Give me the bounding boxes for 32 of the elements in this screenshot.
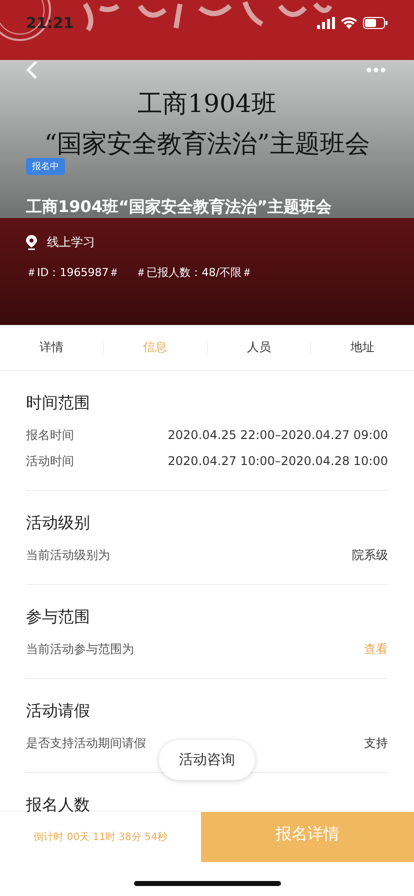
section-title: 报名人数 bbox=[26, 795, 91, 816]
wifi-icon bbox=[341, 17, 357, 29]
row-label: 当前活动级别为 bbox=[26, 547, 110, 564]
hashtag: ＃已报人数：48/不限＃ bbox=[136, 265, 252, 280]
row-label: 活动时间 bbox=[26, 453, 74, 470]
location-pin-icon bbox=[26, 235, 37, 250]
row-label: 当前活动参与范围为 bbox=[26, 641, 134, 658]
section-title: 活动级别 bbox=[26, 513, 91, 534]
countdown-text: 倒计时 00天 11时 38分 54秒 bbox=[32, 830, 168, 845]
cover-title: 工商1904班 bbox=[138, 88, 276, 120]
row-label: 报名时间 bbox=[26, 427, 74, 444]
back-icon[interactable] bbox=[26, 60, 38, 80]
row-value: 2020.04.27 10:00–2020.04.28 10:00 bbox=[168, 453, 388, 470]
signal-icon bbox=[317, 17, 335, 29]
location-text: 线上学习 bbox=[47, 234, 95, 251]
section-title: 活动请假 bbox=[26, 701, 91, 722]
status-tag: 报名中 bbox=[26, 158, 65, 175]
row-value: 2020.04.25 22:00–2020.04.27 09:00 bbox=[168, 427, 388, 444]
row-value: 支持 bbox=[364, 735, 388, 752]
consult-button[interactable]: 活动咨询 bbox=[159, 740, 255, 780]
activity-title: 工商1904班“国家安全教育法治”主题班会 bbox=[26, 197, 333, 218]
battery-icon bbox=[363, 17, 388, 29]
cover-title: “国家安全教育法治”主题班会 bbox=[44, 128, 370, 160]
section-title: 时间范围 bbox=[26, 393, 91, 414]
row-label: 是否支持活动期间请假 bbox=[26, 735, 146, 752]
more-icon[interactable] bbox=[366, 67, 386, 73]
hashtag: ＃ID：1965987＃ bbox=[26, 265, 120, 280]
tab[interactable]: 地址 bbox=[311, 338, 414, 357]
section-title: 参与范围 bbox=[26, 607, 91, 628]
row-value: 院系级 bbox=[352, 547, 388, 564]
tab[interactable]: 详情 bbox=[0, 338, 103, 357]
tab[interactable]: 人员 bbox=[208, 338, 310, 357]
